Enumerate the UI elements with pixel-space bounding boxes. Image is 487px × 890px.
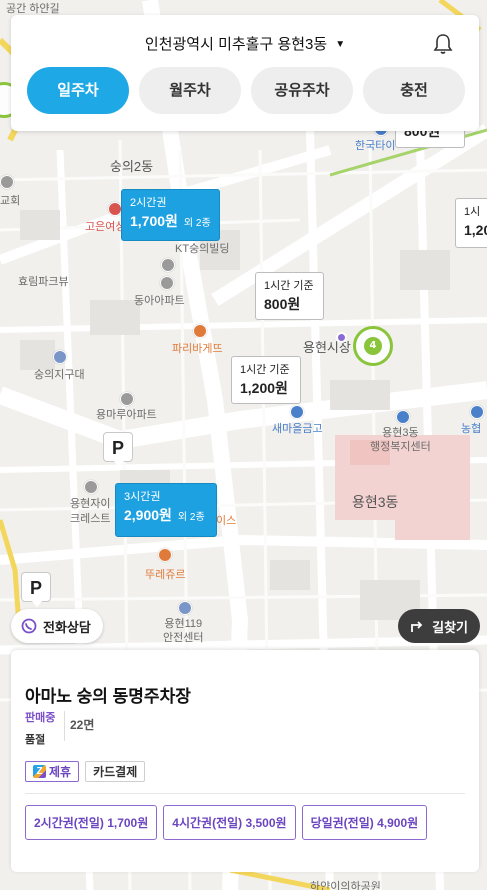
map-label: 하얀이의하공원 bbox=[310, 881, 381, 890]
map-label: 효림파크뷰 bbox=[18, 276, 69, 288]
apartment-icon bbox=[84, 480, 98, 494]
ticket-options: 2시간권(전일) 1,700원 4시간권(전일) 3,500원 당일권(전일) … bbox=[25, 805, 428, 840]
ticket-option[interactable]: 4시간권(전일) 3,500원 bbox=[163, 805, 296, 840]
map-label: 농협 bbox=[461, 423, 482, 435]
map-label: 크레스트 bbox=[70, 513, 111, 525]
map-label: KT숭의빌딩 bbox=[175, 243, 230, 255]
bakery-icon bbox=[193, 324, 207, 338]
call-consult-button[interactable]: 전화상담 bbox=[11, 609, 103, 643]
bubble-price: 1,200원 bbox=[240, 380, 288, 396]
feature-tags: Z 제휴 카드결제 bbox=[25, 761, 146, 782]
location-selector[interactable]: 인천광역시 미추홀구 용현3동 ▼ bbox=[11, 33, 479, 54]
church-icon bbox=[0, 175, 14, 189]
bubble-title: 1시간 기준 bbox=[264, 280, 314, 292]
parking-lot-name: 아마노 숭의 동명주차장 bbox=[25, 687, 191, 706]
bubble-title: 3시간권 bbox=[124, 491, 161, 503]
tab-daily[interactable]: 일주차 bbox=[27, 67, 129, 114]
tab-monthly[interactable]: 월주차 bbox=[139, 67, 241, 114]
map-label: 용현3동 행정복지센터 bbox=[370, 427, 431, 453]
card-payment-tag: 카드결제 bbox=[85, 761, 146, 782]
map-label: 숭의2동 bbox=[110, 159, 154, 174]
tab-charging[interactable]: 충전 bbox=[363, 67, 465, 114]
directions-button[interactable]: 길찾기 bbox=[398, 609, 480, 643]
government-office-icon bbox=[396, 410, 410, 424]
phone-chat-icon bbox=[21, 618, 37, 634]
map-label: 뚜레쥬르 bbox=[145, 569, 186, 581]
bubble-title: 1시 bbox=[464, 206, 481, 218]
map-label: 용현자이 bbox=[70, 498, 111, 510]
divider bbox=[64, 711, 65, 741]
fire-station-icon bbox=[178, 601, 192, 615]
building-icon bbox=[161, 258, 175, 272]
status-on-sale: 판매중 bbox=[25, 712, 56, 724]
map-label: 고은여성 bbox=[85, 221, 126, 233]
bubble-price: 2,900원 bbox=[124, 507, 172, 523]
ticket-option[interactable]: 2시간권(전일) 1,700원 bbox=[25, 805, 158, 840]
map-label: 교회 bbox=[0, 195, 21, 207]
map-label: 파리바게뜨 bbox=[172, 343, 223, 355]
bubble-price: 1,20 bbox=[464, 222, 487, 238]
bubble-price: 1,700원 bbox=[130, 213, 178, 229]
parking-type-tabs: 일주차 월주차 공유주차 충전 bbox=[27, 67, 465, 114]
bakery-icon bbox=[158, 548, 172, 562]
map-label: 공간 하얀길 bbox=[6, 3, 60, 15]
parking-marker[interactable]: P bbox=[21, 572, 51, 607]
map-label: 이스 bbox=[216, 515, 237, 527]
partner-tag: Z 제휴 bbox=[25, 761, 80, 782]
cluster-count: 4 bbox=[364, 337, 382, 355]
bubble-extra: 외 2종 bbox=[183, 218, 211, 229]
status-block: 판매중 품절 bbox=[25, 709, 55, 747]
divider bbox=[25, 793, 465, 794]
location-text: 인천광역시 미추홀구 용현3동 bbox=[144, 36, 328, 53]
space-count: 22면 bbox=[70, 718, 95, 732]
apartment-icon bbox=[120, 392, 134, 406]
map-label: 용현119 안전센터 bbox=[163, 618, 204, 644]
current-location-dot bbox=[336, 332, 347, 343]
map-label: 동아아파트 bbox=[134, 295, 185, 307]
police-icon bbox=[53, 350, 67, 364]
caret-down-icon: ▼ bbox=[335, 39, 346, 50]
parking-price-bubble[interactable]: 1시 1,20 bbox=[455, 198, 487, 248]
map-label: 새마을금고 bbox=[272, 423, 323, 435]
map-label: 숭의지구대 bbox=[34, 369, 85, 381]
parking-price-bubble[interactable]: 1시간 기준 800원 bbox=[255, 272, 324, 320]
parking-price-bubble[interactable]: 3시간권 2,900원 외 2종 bbox=[115, 483, 217, 537]
apartment-icon bbox=[160, 276, 174, 290]
directions-label: 길찾기 bbox=[432, 619, 468, 635]
bubble-extra: 외 2종 bbox=[177, 512, 205, 523]
turn-right-arrow-icon bbox=[411, 621, 423, 632]
status-sold-out: 품절 bbox=[25, 734, 46, 746]
parking-price-bubble[interactable]: 1시간 기준 1,200원 bbox=[231, 356, 301, 404]
parking-price-bubble[interactable]: 2시간권 1,700원 외 2종 bbox=[121, 189, 220, 241]
partner-logo-icon: Z bbox=[33, 765, 46, 778]
bell-icon[interactable] bbox=[433, 33, 453, 55]
map-label: 한국타이 bbox=[355, 140, 396, 152]
header-card: 인천광역시 미추홀구 용현3동 ▼ 일주차 월주차 공유주차 충전 bbox=[11, 15, 479, 131]
map-label: 용마루아파트 bbox=[96, 409, 157, 421]
map-label: 용현3동 bbox=[352, 494, 399, 510]
ticket-option[interactable]: 당일권(전일) 4,900원 bbox=[301, 805, 428, 840]
partner-tag-label: 제휴 bbox=[49, 765, 72, 779]
parking-marker[interactable]: P bbox=[103, 432, 133, 467]
hospital-icon bbox=[108, 202, 122, 216]
charging-cluster-marker[interactable]: 4 bbox=[353, 326, 393, 366]
bubble-title: 2시간권 bbox=[130, 197, 167, 209]
bank-icon bbox=[470, 405, 484, 419]
call-consult-label: 전화상담 bbox=[43, 619, 91, 635]
bubble-title: 1시간 기준 bbox=[240, 364, 290, 376]
bubble-price: 800원 bbox=[264, 296, 301, 312]
bank-icon bbox=[290, 405, 304, 419]
tab-shared[interactable]: 공유주차 bbox=[251, 67, 353, 114]
parking-lot-info-card[interactable]: 아마노 숭의 동명주차장 판매중 품절 22면 Z 제휴 카드결제 2시간권(전… bbox=[11, 650, 479, 872]
